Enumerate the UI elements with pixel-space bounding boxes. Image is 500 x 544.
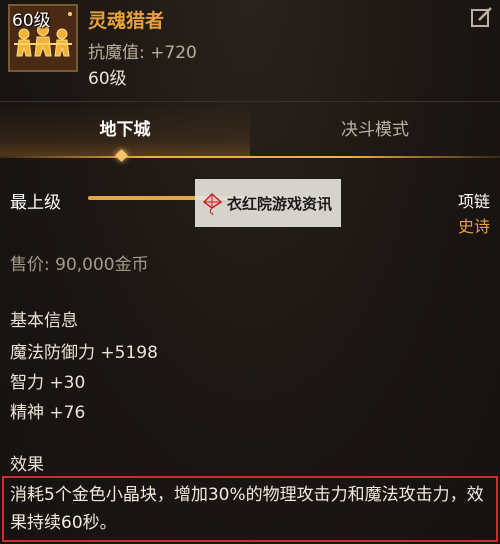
effect-description: 消耗5个金色小晶块，增加30%的物理攻击力和魔法攻击力，效果持续60秒。 bbox=[10, 485, 484, 533]
stat-intelligence: 智力 +30 bbox=[10, 373, 86, 393]
stat-spirit: 精神 +76 bbox=[10, 403, 86, 423]
tab-pvp-mode[interactable]: 决斗模式 bbox=[250, 104, 500, 156]
item-resist-value: 抗魔值: +720 bbox=[88, 43, 197, 63]
watermark-text: 衣红院游戏资讯 bbox=[227, 195, 333, 213]
header-divider bbox=[0, 101, 500, 102]
tab-dungeon[interactable]: 地下城 bbox=[0, 104, 250, 156]
edit-icon[interactable] bbox=[470, 6, 494, 28]
tab-underline bbox=[0, 156, 500, 158]
item-tooltip-panel: 60级 灵魂猎者 抗魔值: +720 60级 地下城 决斗模式 最上级 项链 史… bbox=[0, 0, 500, 544]
kite-icon bbox=[202, 193, 223, 215]
item-name: 灵魂猎者 bbox=[88, 10, 165, 32]
stat-magic-defense: 魔法防御力 +5198 bbox=[10, 343, 158, 363]
item-icon: 60级 bbox=[8, 4, 78, 72]
rarity-label: 史诗 bbox=[458, 217, 491, 236]
effect-title: 效果 bbox=[10, 455, 44, 475]
basic-info-title: 基本信息 bbox=[10, 311, 78, 331]
sale-price: 售价: 90,000金币 bbox=[10, 255, 149, 275]
item-icon-level: 60级 bbox=[12, 11, 51, 31]
slot-type: 项链 bbox=[458, 192, 491, 211]
watermark: 衣红院游戏资讯 bbox=[195, 179, 341, 227]
grade-label: 最上级 bbox=[10, 193, 61, 213]
item-level: 60级 bbox=[88, 69, 127, 89]
